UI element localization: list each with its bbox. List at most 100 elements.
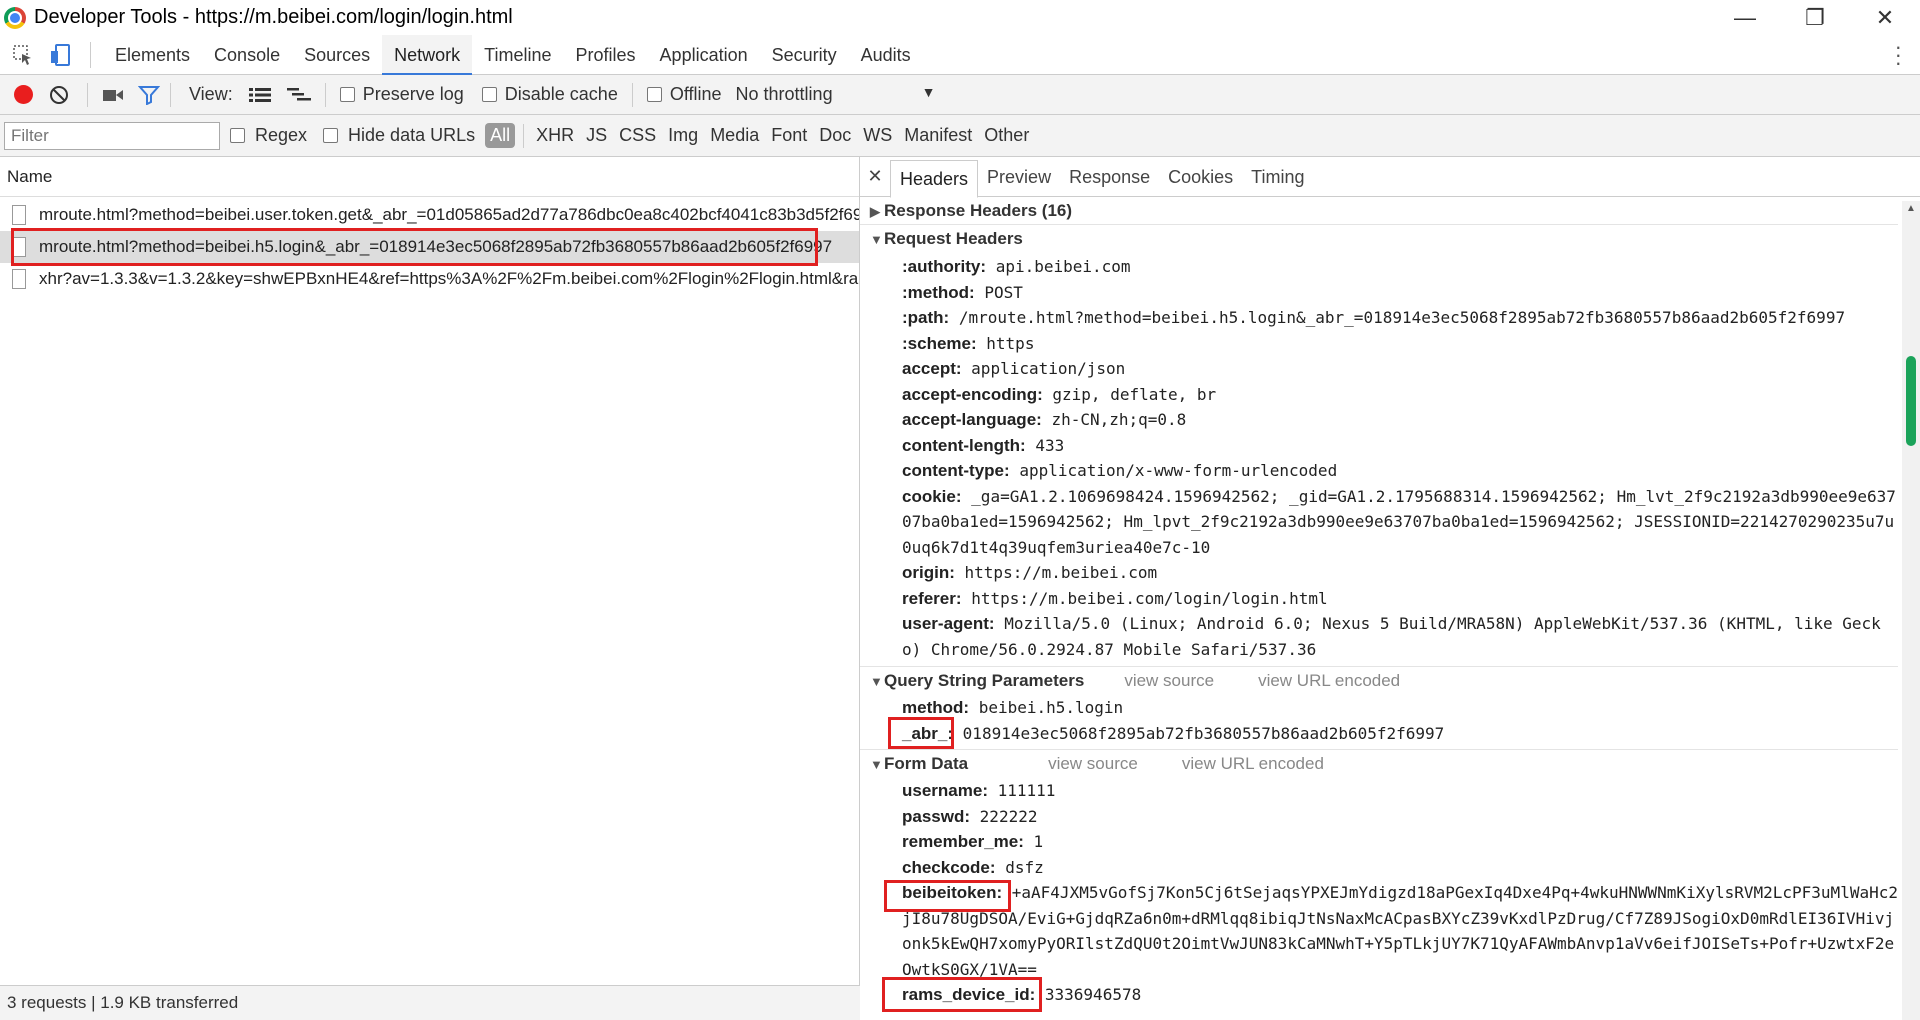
tab-application[interactable]: Application: [648, 35, 760, 75]
filter-type-font[interactable]: Font: [771, 125, 807, 146]
restore-button[interactable]: ❐: [1780, 0, 1850, 35]
filter-type-js[interactable]: JS: [586, 125, 607, 146]
name-column-header[interactable]: Name: [0, 157, 859, 197]
tab-preview[interactable]: Preview: [978, 157, 1060, 197]
header-value: application/x-www-form-urlencoded: [1019, 461, 1338, 480]
divider: [170, 82, 171, 107]
header-value: 433: [1035, 435, 1065, 455]
header-key: cookie:: [902, 486, 962, 506]
header-row: content-length: 433: [902, 433, 1898, 459]
tab-timeline[interactable]: Timeline: [472, 35, 563, 75]
filter-input[interactable]: [4, 121, 220, 150]
divider: [324, 82, 326, 107]
device-toolbar-icon[interactable]: [46, 40, 76, 70]
request-row[interactable]: xhr?av=1.3.3&v=1.3.2&key=shwEPBxnHE4&ref…: [0, 263, 859, 295]
header-row: content-type: application/x-www-form-url…: [902, 458, 1898, 484]
close-detail-icon[interactable]: ✕: [860, 166, 890, 187]
filter-type-xhr[interactable]: XHR: [536, 125, 574, 146]
minimize-button[interactable]: —: [1710, 0, 1780, 35]
regex-checkbox[interactable]: [230, 128, 245, 143]
header-row: username: 111111: [902, 778, 1898, 804]
throttling-select[interactable]: No throttling ▼: [736, 84, 936, 105]
filter-type-media[interactable]: Media: [710, 125, 759, 146]
close-window-button[interactable]: ✕: [1850, 0, 1920, 35]
header-row: accept-encoding: gzip, deflate, br: [902, 382, 1898, 408]
tab-elements[interactable]: Elements: [103, 35, 202, 75]
detail-tab-bar: ✕ Headers Preview Response Cookies Timin…: [860, 157, 1920, 198]
view-source-link[interactable]: view source: [1124, 671, 1214, 690]
overview-icon[interactable]: [286, 87, 311, 103]
large-rows-icon[interactable]: [248, 87, 271, 103]
form-data-section[interactable]: ▼Form Data view source view URL encoded: [860, 750, 1898, 778]
tab-response[interactable]: Response: [1060, 157, 1159, 197]
hide-data-urls-checkbox[interactable]: [323, 128, 339, 143]
filter-type-img[interactable]: Img: [668, 125, 698, 146]
scrollbar[interactable]: ▲: [1902, 201, 1920, 1020]
tab-cookies[interactable]: Cookies: [1159, 157, 1242, 197]
filter-type-css[interactable]: CSS: [619, 125, 656, 146]
record-button[interactable]: [14, 85, 33, 104]
inspect-element-icon[interactable]: [8, 40, 38, 70]
tab-headers[interactable]: Headers: [890, 159, 979, 198]
filter-type-manifest[interactable]: Manifest: [904, 125, 972, 146]
section-title: Form Data: [884, 754, 969, 773]
tab-profiles[interactable]: Profiles: [564, 35, 648, 75]
tab-audits[interactable]: Audits: [849, 35, 923, 75]
offline-label: Offline: [669, 84, 722, 104]
window-title: Developer Tools - https://m.beibei.com/l…: [34, 6, 513, 28]
scroll-up-icon[interactable]: ▲: [1906, 203, 1916, 214]
request-headers-section[interactable]: ▼Request Headers: [860, 225, 1898, 253]
response-headers-section[interactable]: ▶ Response Headers (16): [860, 197, 1898, 225]
filter-type-other[interactable]: Other: [984, 125, 1029, 146]
status-bar: 3 requests | 1.9 KB transferred: [0, 985, 860, 1020]
view-url-encoded-link[interactable]: view URL encoded: [1258, 671, 1400, 690]
more-options-icon[interactable]: · · ·: [1895, 36, 1902, 74]
header-key: :method:: [902, 282, 975, 302]
disable-cache-checkbox[interactable]: [481, 87, 497, 102]
file-icon: [12, 269, 26, 289]
filter-type-ws[interactable]: WS: [863, 125, 892, 146]
header-key: :authority:: [902, 257, 987, 276]
tab-security[interactable]: Security: [760, 35, 849, 75]
tab-network[interactable]: Network: [382, 34, 473, 75]
preserve-log-checkbox[interactable]: [339, 87, 355, 102]
request-row[interactable]: mroute.html?method=beibei.user.token.get…: [0, 199, 859, 231]
highlight-box: [884, 880, 1011, 912]
header-row: checkcode: dsfz: [902, 855, 1898, 881]
header-key: method:: [902, 698, 970, 717]
capture-screenshots-icon[interactable]: [102, 87, 124, 103]
filter-type-doc[interactable]: Doc: [819, 125, 851, 146]
network-toolbar: View: Preserve log Disable cache Offline…: [0, 75, 1920, 115]
highlight-box: [11, 228, 818, 266]
header-row: :scheme: https: [902, 331, 1898, 357]
form-data-list: username: 111111 passwd: 222222 remember_m…: [860, 778, 1898, 1008]
filter-icon[interactable]: [138, 85, 160, 105]
header-row: :method: POST: [902, 280, 1898, 306]
header-row: _abr_: 018914e3ec5068f2895ab72fb3680557b…: [902, 721, 1898, 747]
tab-console[interactable]: Console: [202, 35, 292, 75]
view-url-encoded-link[interactable]: view URL encoded: [1182, 754, 1324, 773]
header-row: cookie: _ga=GA1.2.1069698424.1596942562;…: [902, 484, 1898, 561]
highlight-box: [882, 977, 1042, 1012]
header-row: accept: application/json: [902, 356, 1898, 382]
filter-type-all[interactable]: All: [485, 123, 516, 148]
offline-checkbox[interactable]: [646, 87, 662, 102]
header-value: application/json: [971, 359, 1126, 378]
divider: [90, 41, 91, 68]
header-row: rams_device_id: 3336946578: [902, 982, 1898, 1008]
header-value: zh-CN,zh;q=0.8: [1051, 410, 1187, 429]
header-row: remember_me: 1: [902, 829, 1898, 855]
tab-timing[interactable]: Timing: [1242, 157, 1313, 197]
header-key: username:: [902, 781, 988, 800]
clear-icon[interactable]: [49, 85, 69, 105]
collapsed-arrow-icon: ▶: [870, 204, 880, 219]
request-list: Name mroute.html?method=beibei.user.toke…: [0, 157, 860, 985]
header-row: beibeitoken: +aAF4JXM5vGofSj7Kon5Cj6tSej…: [902, 880, 1898, 982]
query-string-section[interactable]: ▼Query String Parameters view source view …: [860, 667, 1898, 695]
header-key: user-agent:: [902, 614, 995, 633]
header-value: /mroute.html?method=beibei.h5.login&_abr…: [958, 308, 1846, 327]
scrollbar-thumb[interactable]: [1906, 356, 1916, 446]
view-source-link[interactable]: view source: [1048, 754, 1138, 773]
title-bar: Developer Tools - https://m.beibei.com/l…: [0, 0, 1920, 35]
tab-sources[interactable]: Sources: [292, 35, 382, 75]
